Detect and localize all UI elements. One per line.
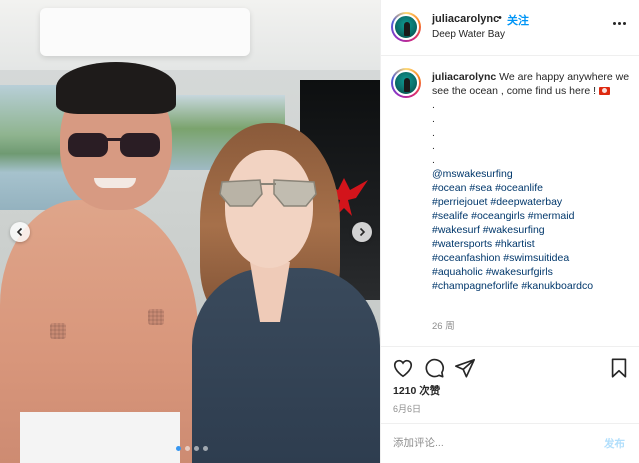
hashtag-line: #aquaholic #wakesurfgirls [432,266,632,280]
hashtag-link[interactable]: #swimsuitidea [503,252,569,264]
hashtag-link[interactable]: #oceanfashion [432,252,500,264]
chevron-right-icon [359,227,366,237]
header-username[interactable]: juliacarolync [432,13,499,25]
man-smile [94,178,136,188]
comment-input[interactable] [393,434,583,452]
post-header: juliacarolync • 关注 Deep Water Bay [381,0,639,56]
hashtag-line: #champagneforlife #kanukboardco [432,280,632,294]
hashtag-link[interactable]: #sea [469,182,492,194]
share-icon[interactable] [454,357,476,379]
more-dot-icon [618,21,621,25]
heart-icon[interactable] [392,357,414,379]
hong-kong-flag-icon [598,87,610,96]
hashtag-link[interactable]: #oceanlife [495,182,543,194]
boat-skylight [40,8,250,56]
hashtag-link[interactable]: #oceangirls [471,210,525,222]
caption-username[interactable]: juliacarolync [432,71,496,83]
follow-button[interactable]: 关注 [507,12,529,28]
hashtag-line: #ocean #sea #oceanlife [432,182,632,196]
carousel-prev-button[interactable] [10,222,30,242]
mention-link[interactable]: @mswakesurfing [432,168,632,182]
hashtag-link[interactable]: #watersports [432,238,492,250]
hashtag-link[interactable]: #perriejouet [432,196,487,208]
caption-text: juliacarolync We are happy anywhere we s… [432,71,632,293]
caption-dot-line: . [432,98,435,111]
hashtag-list: #ocean #sea #oceanlife #perriejouet #deep… [432,182,632,293]
like-count[interactable]: 1210 次赞 [393,383,440,398]
caption-dot-line: . [432,126,435,139]
more-dot-icon [613,21,616,25]
caption-section: juliacarolync We are happy anywhere we s… [381,56,639,346]
post-date: 6月6日 [393,404,422,414]
carousel-dot [194,446,199,451]
caption-dot-line: . [432,154,435,167]
comment-icon[interactable] [423,357,445,379]
post-sidebar: juliacarolync • 关注 Deep Water Bay juliac… [380,0,639,463]
chevron-left-icon [16,227,23,237]
caption-avatar[interactable] [391,68,421,98]
caption-dot-lines: ..... [432,99,632,168]
hashtag-link[interactable]: #wakesurfing [483,224,545,236]
carousel-dot [176,446,181,451]
carousel-indicator [176,446,208,451]
hashtag-link[interactable]: #kanukboardco [521,280,593,292]
hashtag-link[interactable]: #wakesurfgirls [486,266,553,278]
censor-blur-right [148,309,164,325]
hashtag-link[interactable]: #deepwaterbay [490,196,562,208]
mirrored-sunglasses-icon [219,179,317,207]
hashtag-link[interactable]: #aquaholic [432,266,483,278]
hashtag-link[interactable]: #ocean [432,182,466,194]
sunglasses-icon [68,133,160,157]
hashtag-line: #oceanfashion #swimsuitidea [432,252,632,266]
more-options-button[interactable] [613,18,631,28]
hashtag-line: #sealife #oceangirls #mermaid [432,210,632,224]
censor-blur-left [50,323,66,339]
post-age[interactable]: 26 周 [432,318,455,332]
caption-dot-line: . [432,112,435,125]
post-photo[interactable] [0,0,380,463]
hashtag-link[interactable]: #mermaid [528,210,575,222]
carousel-dot [185,446,190,451]
man-hair [56,62,176,114]
more-dot-icon [623,21,626,25]
hashtag-line: #watersports #hkartist [432,238,632,252]
carousel-dot [203,446,208,451]
avatar[interactable] [391,12,421,42]
carousel-next-button[interactable] [352,222,372,242]
hashtag-link[interactable]: #wakesurf [432,224,480,236]
hashtag-line: #perriejouet #deepwaterbay [432,196,632,210]
woman-top [192,268,380,463]
hashtag-link[interactable]: #champagneforlife [432,280,518,292]
post-comment-button[interactable]: 发布 [604,436,625,451]
hashtag-line: #wakesurf #wakesurfing [432,224,632,238]
hashtag-link[interactable]: #hkartist [495,238,535,250]
caption-dot-line: . [432,140,435,153]
bookmark-icon[interactable] [608,357,630,379]
hashtag-link[interactable]: #sealife [432,210,468,222]
location-link[interactable]: Deep Water Bay [432,29,505,40]
man-shorts [20,412,180,463]
comment-bar: 发布 [381,423,639,463]
header-separator: • [498,12,502,24]
